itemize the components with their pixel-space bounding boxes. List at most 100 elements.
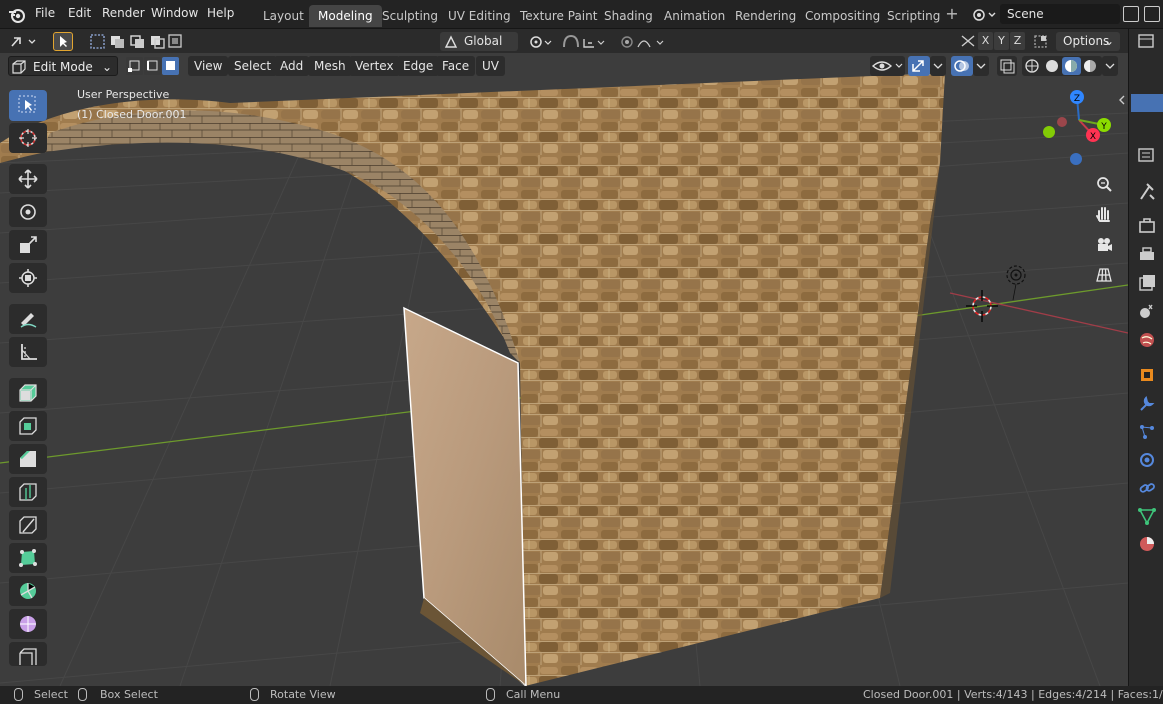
smooth-icon [20, 616, 36, 632]
tool-measure[interactable] [9, 337, 47, 367]
menu-window[interactable]: Window [151, 6, 198, 20]
world-tab-icon[interactable] [1137, 330, 1157, 350]
tab-layout[interactable]: Layout [254, 5, 313, 27]
outliner-editor-icon[interactable] [1137, 33, 1161, 49]
svg-text:X: X [1090, 132, 1096, 142]
mirror-z-button[interactable]: Z [1010, 32, 1025, 50]
mesh-data-tab-icon[interactable] [1137, 506, 1157, 526]
overlays-toggle-button[interactable] [951, 56, 973, 76]
chevron-down-icon: ⌄ [1103, 34, 1114, 48]
particles-tab-icon[interactable] [1137, 422, 1157, 442]
viewport-scene: Z X Y [0, 53, 1128, 686]
visibility-dropdown[interactable] [870, 56, 905, 76]
tab-scripting[interactable]: Scripting [878, 5, 949, 27]
mouse-left-icon [14, 688, 23, 701]
gizmo-neg-y-icon[interactable] [1043, 126, 1055, 138]
tool-cursor[interactable] [9, 123, 47, 153]
menu-render[interactable]: Render [102, 6, 145, 20]
tool-inset[interactable] [9, 411, 47, 441]
view-layer-tab-icon[interactable] [1137, 273, 1157, 293]
outliner-selected-row[interactable] [1131, 94, 1163, 112]
shading-dropdown[interactable] [1102, 56, 1118, 76]
tab-uv-editing[interactable]: UV Editing [439, 5, 520, 27]
menu-mesh[interactable]: Mesh [308, 56, 352, 76]
options-dropdown[interactable]: Options ⌄ [1056, 32, 1120, 51]
inset-icon [19, 417, 37, 435]
shading-mode-group[interactable] [1022, 56, 1102, 76]
tab-modeling[interactable]: Modeling [309, 5, 382, 27]
object-tab-icon[interactable] [1137, 365, 1157, 385]
mirror-x-button[interactable]: X [978, 32, 993, 50]
tool-scale[interactable] [9, 230, 47, 260]
editor-type-icon[interactable] [9, 34, 39, 50]
tab-animation[interactable]: Animation [655, 5, 734, 27]
menu-uv[interactable]: UV [476, 56, 505, 76]
tool-edge-slide[interactable] [9, 642, 47, 666]
knife-icon [19, 516, 37, 534]
tab-compositing[interactable]: Compositing [796, 5, 889, 27]
tool-knife[interactable] [9, 510, 47, 540]
new-scene-icon[interactable] [1123, 6, 1139, 22]
orientation-label: Global [464, 34, 503, 48]
tab-rendering[interactable]: Rendering [726, 5, 805, 27]
delete-scene-icon[interactable] [1144, 6, 1160, 22]
scale-icon [20, 236, 37, 253]
tool-bevel[interactable] [9, 444, 47, 474]
vertex-select-mode-button[interactable] [126, 57, 143, 75]
tweak-tool-button[interactable] [53, 32, 73, 51]
scene-name-field[interactable]: Scene [1000, 4, 1120, 24]
tool-transform[interactable] [9, 263, 47, 293]
menu-add[interactable]: Add [274, 56, 310, 76]
edge-select-mode-button[interactable] [144, 57, 161, 75]
menu-face[interactable]: Face [436, 56, 476, 76]
status-call-menu: Call Menu [506, 688, 561, 701]
tool-loop-cut[interactable] [9, 477, 47, 507]
properties-editor-icon[interactable] [1137, 147, 1161, 163]
blender-logo-icon[interactable] [8, 6, 26, 24]
scene-tab-icon[interactable] [1137, 301, 1157, 321]
render-tab-icon[interactable] [1137, 216, 1157, 236]
selection-mode-icons[interactable] [89, 33, 184, 50]
scene-selector-icon[interactable] [972, 6, 998, 24]
gizmo-neg-z-icon[interactable] [1070, 153, 1082, 165]
overlays-dropdown[interactable] [973, 56, 989, 76]
tab-sculpting[interactable]: Sculpting [373, 5, 447, 27]
gizmo-neg-x-icon[interactable] [1057, 117, 1067, 127]
menu-select[interactable]: Select [228, 56, 278, 76]
face-select-mode-button[interactable] [162, 57, 179, 75]
tool-poly-build[interactable] [9, 543, 47, 573]
xray-toggle-button[interactable] [997, 56, 1017, 76]
menu-edge[interactable]: Edge [397, 56, 440, 76]
tool-smooth[interactable] [9, 609, 47, 639]
gizmo-dropdown[interactable] [930, 56, 946, 76]
menu-help[interactable]: Help [207, 6, 234, 20]
tool-select-box[interactable] [9, 90, 47, 121]
tool-extrude[interactable] [9, 378, 47, 408]
menu-view[interactable]: View [188, 56, 229, 76]
tool-move[interactable] [9, 164, 47, 194]
mirror-y-button[interactable]: Y [994, 32, 1009, 50]
menu-file[interactable]: File [35, 6, 55, 20]
tab-shading[interactable]: Shading [595, 5, 662, 27]
tool-settings-bar: Global X Y Z Options ⌄ [0, 29, 1128, 53]
3d-viewport[interactable]: Z X Y User Perspective (1) Closed Door.0… [0, 53, 1128, 686]
tab-texture-paint[interactable]: Texture Paint [511, 5, 606, 27]
tool-spin[interactable] [9, 576, 47, 606]
menu-vertex[interactable]: Vertex [349, 56, 400, 76]
tool-tab-icon[interactable] [1137, 181, 1157, 201]
constraints-tab-icon[interactable] [1137, 478, 1157, 498]
xray-icon [1000, 59, 1015, 74]
auto-merge-icon[interactable] [1032, 33, 1052, 50]
gizmo-toggle-button[interactable] [908, 56, 930, 76]
tool-rotate[interactable] [9, 197, 47, 227]
add-workspace-icon[interactable]: + [944, 6, 960, 24]
menu-edit[interactable]: Edit [68, 6, 91, 20]
tool-annotate[interactable] [9, 304, 47, 334]
pivot-snap-proportional-icons[interactable] [526, 33, 671, 50]
mirror-icon[interactable] [958, 33, 978, 50]
modifier-tab-icon[interactable] [1137, 394, 1157, 414]
svg-text:Z: Z [1074, 94, 1080, 104]
output-tab-icon[interactable] [1137, 245, 1157, 265]
physics-tab-icon[interactable] [1137, 450, 1157, 470]
material-tab-icon[interactable] [1137, 534, 1157, 554]
